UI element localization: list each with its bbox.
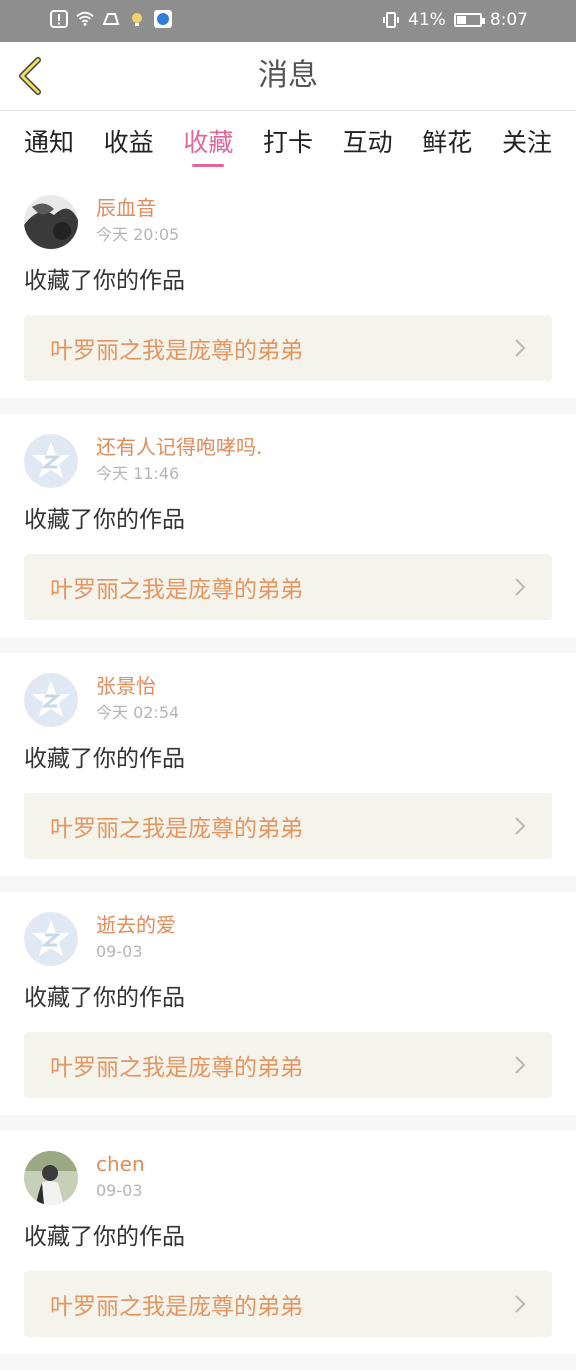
message-text: 收藏了你的作品 <box>24 746 185 772</box>
avatar[interactable] <box>24 912 78 966</box>
timestamp: 09-03 <box>96 942 143 961</box>
message-list: 辰血音 今天 20:05 收藏了你的作品 叶罗丽之我是庞尊的弟弟 还有人记得咆哮… <box>0 175 576 1370</box>
user-name[interactable]: 张景怡 <box>96 673 179 699</box>
page-title: 消息 <box>258 58 318 93</box>
message-text: 收藏了你的作品 <box>24 268 185 294</box>
battery-icon <box>453 13 485 27</box>
status-left <box>50 10 172 28</box>
work-link[interactable]: 叶罗丽之我是庞尊的弟弟 <box>24 315 552 381</box>
tab-interaction[interactable]: 互动 <box>343 111 393 165</box>
bulb-icon <box>132 13 142 26</box>
avatar[interactable] <box>24 1151 78 1205</box>
chevron-right-icon <box>515 578 526 596</box>
list-item: 逝去的爱 09-03 收藏了你的作品 叶罗丽之我是庞尊的弟弟 <box>0 892 576 1131</box>
notification-icon <box>102 13 120 25</box>
list-item: 张景怡 今天 02:54 收藏了你的作品 叶罗丽之我是庞尊的弟弟 <box>0 653 576 892</box>
avatar[interactable] <box>24 673 78 727</box>
work-title: 叶罗丽之我是庞尊的弟弟 <box>50 577 303 603</box>
status-right: 41% 8:07 <box>382 10 528 30</box>
work-link[interactable]: 叶罗丽之我是庞尊的弟弟 <box>24 793 552 859</box>
status-time: 8:07 <box>489 10 528 30</box>
wifi-icon <box>76 11 94 26</box>
work-title: 叶罗丽之我是庞尊的弟弟 <box>50 338 303 364</box>
tab-follow[interactable]: 关注 <box>502 111 552 165</box>
message-text: 收藏了你的作品 <box>24 507 185 533</box>
user-name[interactable]: 还有人记得咆哮吗. <box>96 434 262 460</box>
alert-icon <box>50 10 68 28</box>
message-text: 收藏了你的作品 <box>24 1224 185 1250</box>
list-item: chen 09-03 收藏了你的作品 叶罗丽之我是庞尊的弟弟 <box>0 1131 576 1370</box>
browser-icon <box>154 10 172 28</box>
tab-flowers[interactable]: 鲜花 <box>422 111 472 165</box>
vibrate-icon <box>383 12 400 28</box>
chevron-right-icon <box>515 1295 526 1313</box>
work-link[interactable]: 叶罗丽之我是庞尊的弟弟 <box>24 1032 552 1098</box>
timestamp: 今天 02:54 <box>96 703 180 722</box>
user-name[interactable]: 逝去的爱 <box>96 912 176 938</box>
work-title: 叶罗丽之我是庞尊的弟弟 <box>50 1294 303 1320</box>
timestamp: 今天 20:05 <box>96 225 180 244</box>
timestamp: 09-03 <box>96 1181 143 1200</box>
work-title: 叶罗丽之我是庞尊的弟弟 <box>50 816 303 842</box>
tab-favorites[interactable]: 收藏 <box>183 111 233 165</box>
chevron-right-icon <box>515 1056 526 1074</box>
avatar[interactable] <box>24 434 78 488</box>
tab-income[interactable]: 收益 <box>104 111 154 165</box>
work-link[interactable]: 叶罗丽之我是庞尊的弟弟 <box>24 554 552 620</box>
work-title: 叶罗丽之我是庞尊的弟弟 <box>50 1055 303 1081</box>
tab-notice[interactable]: 通知 <box>24 111 74 165</box>
battery-percent: 41% <box>408 10 446 30</box>
user-name[interactable]: chen <box>96 1151 145 1177</box>
timestamp: 今天 11:46 <box>96 464 180 483</box>
chevron-right-icon <box>515 339 526 357</box>
work-link[interactable]: 叶罗丽之我是庞尊的弟弟 <box>24 1271 552 1337</box>
user-name[interactable]: 辰血音 <box>96 195 179 221</box>
list-item: 还有人记得咆哮吗. 今天 11:46 收藏了你的作品 叶罗丽之我是庞尊的弟弟 <box>0 414 576 653</box>
status-bar: 41% 8:07 <box>0 0 576 42</box>
tab-checkin[interactable]: 打卡 <box>263 111 313 165</box>
message-text: 收藏了你的作品 <box>24 985 185 1011</box>
avatar[interactable] <box>24 195 78 249</box>
back-arrow-icon[interactable] <box>14 56 50 96</box>
navigation-bar: 消息 <box>0 42 576 111</box>
chevron-right-icon <box>515 817 526 835</box>
tab-bar: 通知 收益 收藏 打卡 互动 鲜花 关注 <box>0 111 576 165</box>
list-item: 辰血音 今天 20:05 收藏了你的作品 叶罗丽之我是庞尊的弟弟 <box>0 175 576 414</box>
